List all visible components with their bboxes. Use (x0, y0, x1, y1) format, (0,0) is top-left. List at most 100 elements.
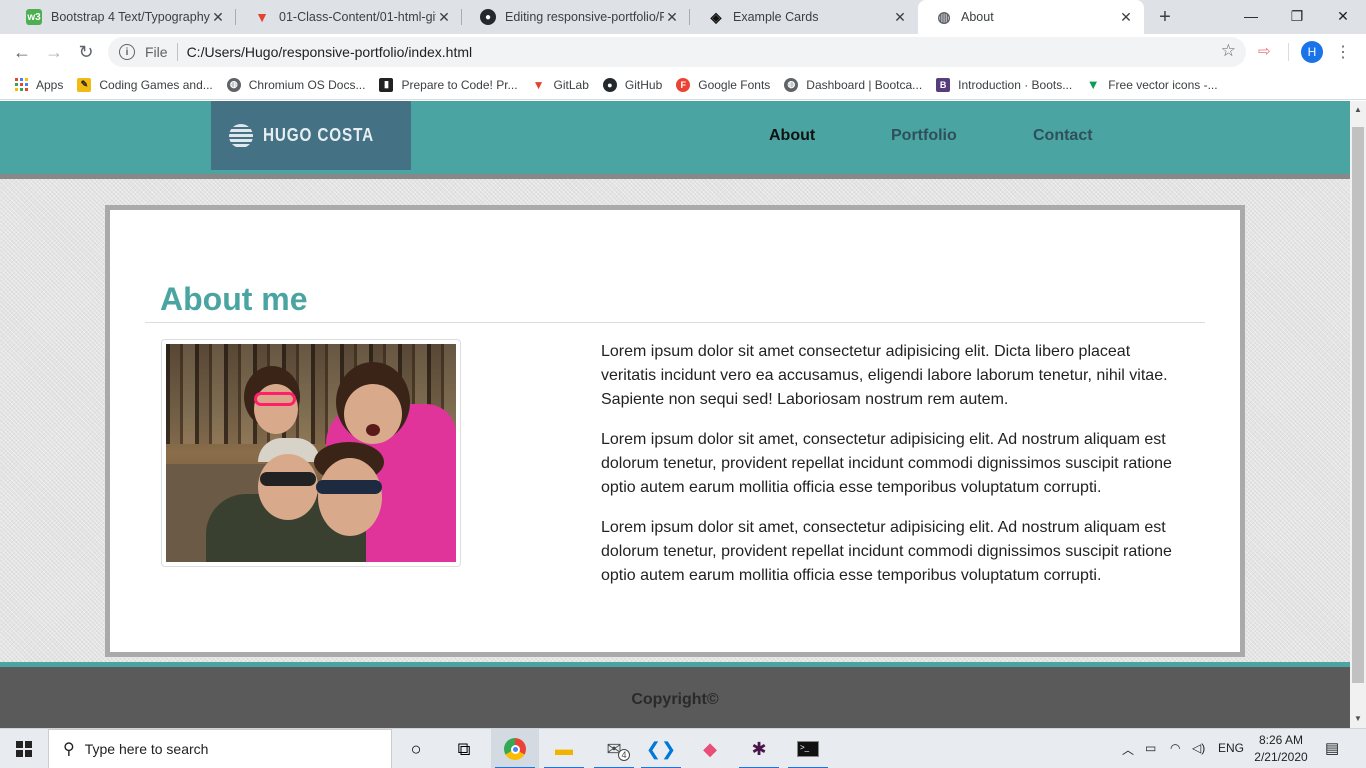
bookmark-label: Coding Games and... (99, 77, 213, 92)
restore-button[interactable]: ❐ (1274, 0, 1320, 32)
github-icon: ● (602, 77, 617, 92)
gitlab-icon: ▼ (255, 9, 269, 25)
search-placeholder: Type here to search (84, 741, 209, 757)
task-view-icon[interactable]: ⧉ (440, 729, 488, 768)
scroll-up-icon[interactable]: ▲ (1354, 105, 1362, 114)
bookmark-label: Prepare to Code! Pr... (401, 77, 518, 92)
close-tab-icon[interactable]: ✕ (892, 9, 908, 26)
gitlab-icon: ▼ (532, 77, 545, 92)
bookmark-star-icon[interactable]: ☆ (1221, 41, 1236, 61)
about-paragraph: Lorem ipsum dolor sit amet consectetur a… (601, 343, 1168, 408)
divider (1288, 43, 1289, 61)
bookmark-label: Chromium OS Docs... (248, 77, 366, 92)
vscode-icon[interactable]: ❮❯ (637, 729, 685, 768)
browser-tab[interactable]: ● Editing responsive-portfolio/RE ✕ (462, 0, 690, 34)
github-icon: ● (480, 9, 496, 25)
bookmark-item[interactable]: ▼ Free vector icons -... (1086, 77, 1218, 92)
extension-icon[interactable]: ⇨ (1258, 42, 1271, 60)
globe-icon: ◍ (226, 77, 241, 92)
bookmark-item[interactable]: ▮ Prepare to Code! Pr... (379, 77, 518, 92)
about-paragraph: Lorem ipsum dolor sit amet, consectetur … (601, 519, 1172, 584)
notifications-icon[interactable]: ▤ (1325, 739, 1339, 757)
taskbar-search[interactable]: ⚲ Type here to search (48, 729, 392, 768)
codepen-icon: ◈ (710, 8, 722, 25)
menu-kebab-icon[interactable]: ⋮ (1335, 42, 1351, 62)
apps-grid-icon (14, 77, 28, 92)
profile-avatar[interactable]: H (1301, 41, 1323, 63)
scroll-down-icon[interactable]: ▼ (1354, 714, 1362, 723)
page-title: About me (160, 281, 308, 317)
site-logo[interactable]: HUGO COSTA (211, 101, 411, 170)
globe-icon: ◍ (937, 9, 951, 26)
photo-sunglasses (316, 480, 382, 494)
forward-button[interactable]: → (40, 38, 68, 66)
close-tab-icon[interactable]: ✕ (436, 9, 452, 26)
bookmark-label: Introduction · Boots... (958, 77, 1073, 92)
windows-taskbar: ⚲ Type here to search ○ ⧉ ▬ ✉ 4 ❮❯ ◆ ✱ >_… (0, 728, 1366, 768)
url-text[interactable]: C:/Users/Hugo/responsive-portfolio/index… (187, 44, 473, 60)
google-fonts-icon: F (676, 77, 691, 92)
browser-tab[interactable]: ◈ Example Cards ✕ (690, 0, 918, 34)
family-photo-image (166, 344, 456, 562)
clock[interactable]: 8:26 AM 2/21/2020 (1251, 732, 1311, 766)
close-tab-icon[interactable]: ✕ (664, 9, 680, 26)
new-tab-button[interactable]: + (1155, 7, 1175, 27)
bookmark-item[interactable]: ◍ Chromium OS Docs... (226, 77, 366, 92)
bootstrap-icon: B (936, 77, 951, 92)
close-tab-icon[interactable]: ✕ (1118, 9, 1134, 26)
info-icon[interactable]: i (119, 44, 135, 60)
bookmark-item[interactable]: B Introduction · Boots... (936, 77, 1073, 92)
mail-icon[interactable]: ✉ 4 (590, 729, 638, 768)
bookmark-item[interactable]: ● GitHub (602, 77, 662, 92)
volume-icon[interactable]: ◁) (1192, 741, 1205, 755)
slack-icon[interactable]: ✱ (735, 729, 783, 768)
tab-title: About (961, 10, 994, 24)
language-indicator[interactable]: ENG (1218, 741, 1244, 755)
git-kraken-icon[interactable]: ◆ (686, 729, 734, 768)
bookmark-item[interactable]: ▼ GitLab (532, 78, 589, 92)
reload-button[interactable]: ↻ (72, 38, 100, 66)
terminal-icon[interactable]: >_ (784, 729, 832, 768)
bookmark-label: Google Fonts (698, 77, 771, 92)
flaticon-icon: ▼ (1086, 77, 1100, 92)
nav-link-about[interactable]: About (769, 127, 815, 145)
address-bar[interactable]: i File C:/Users/Hugo/responsive-portfoli… (108, 37, 1246, 67)
codingame-icon: ✎ (77, 77, 92, 92)
minimize-button[interactable]: — (1228, 0, 1274, 32)
close-window-button[interactable]: ✕ (1320, 0, 1366, 32)
page-scrollbar[interactable]: ▲ ▼ (1350, 101, 1366, 728)
photo-face (318, 458, 382, 536)
scrollbar-thumb[interactable] (1352, 127, 1364, 683)
photo-face (258, 454, 318, 520)
cortana-icon[interactable]: ○ (392, 729, 440, 768)
bookmark-label: GitLab (553, 77, 589, 92)
tab-title: Example Cards (733, 10, 819, 24)
start-button[interactable] (0, 729, 48, 768)
clock-date: 2/21/2020 (1254, 750, 1308, 764)
file-explorer-icon[interactable]: ▬ (540, 729, 588, 768)
wifi-icon[interactable]: ◠ (1170, 741, 1180, 755)
browser-tab[interactable]: ▼ 01-Class-Content/01-html-git- ✕ (236, 0, 462, 34)
bookmark-item[interactable]: ✎ Coding Games and... (77, 77, 213, 92)
browser-tab[interactable]: w3 Bootstrap 4 Text/Typography ✕ (8, 0, 236, 34)
search-icon: ⚲ (63, 741, 75, 758)
about-card: About me Lorem ipsum dolor sit amet cons… (105, 205, 1245, 657)
bookmark-apps[interactable]: Apps (14, 78, 63, 92)
nav-link-contact[interactable]: Contact (1033, 127, 1093, 145)
globe-icon: ◍ (784, 77, 799, 92)
logo-globe-icon (228, 123, 253, 148)
profile-photo (161, 339, 461, 567)
bookmark-label: Dashboard | Bootca... (806, 77, 923, 92)
nav-link-portfolio[interactable]: Portfolio (891, 127, 957, 145)
browser-tab-active[interactable]: ◍ About ✕ (918, 0, 1144, 34)
chrome-icon[interactable] (491, 729, 539, 768)
bookmark-item[interactable]: F Google Fonts (676, 77, 771, 92)
bookmark-item[interactable]: ◍ Dashboard | Bootca... (784, 77, 923, 92)
battery-icon[interactable]: ▭ (1145, 741, 1156, 755)
photo-mouth (366, 424, 380, 436)
bookmark-label: Apps (36, 77, 64, 92)
close-tab-icon[interactable]: ✕ (210, 9, 226, 26)
show-hidden-icons[interactable]: ︿ (1122, 741, 1134, 758)
back-button[interactable]: ← (8, 38, 36, 66)
book-icon: ▮ (379, 77, 394, 92)
